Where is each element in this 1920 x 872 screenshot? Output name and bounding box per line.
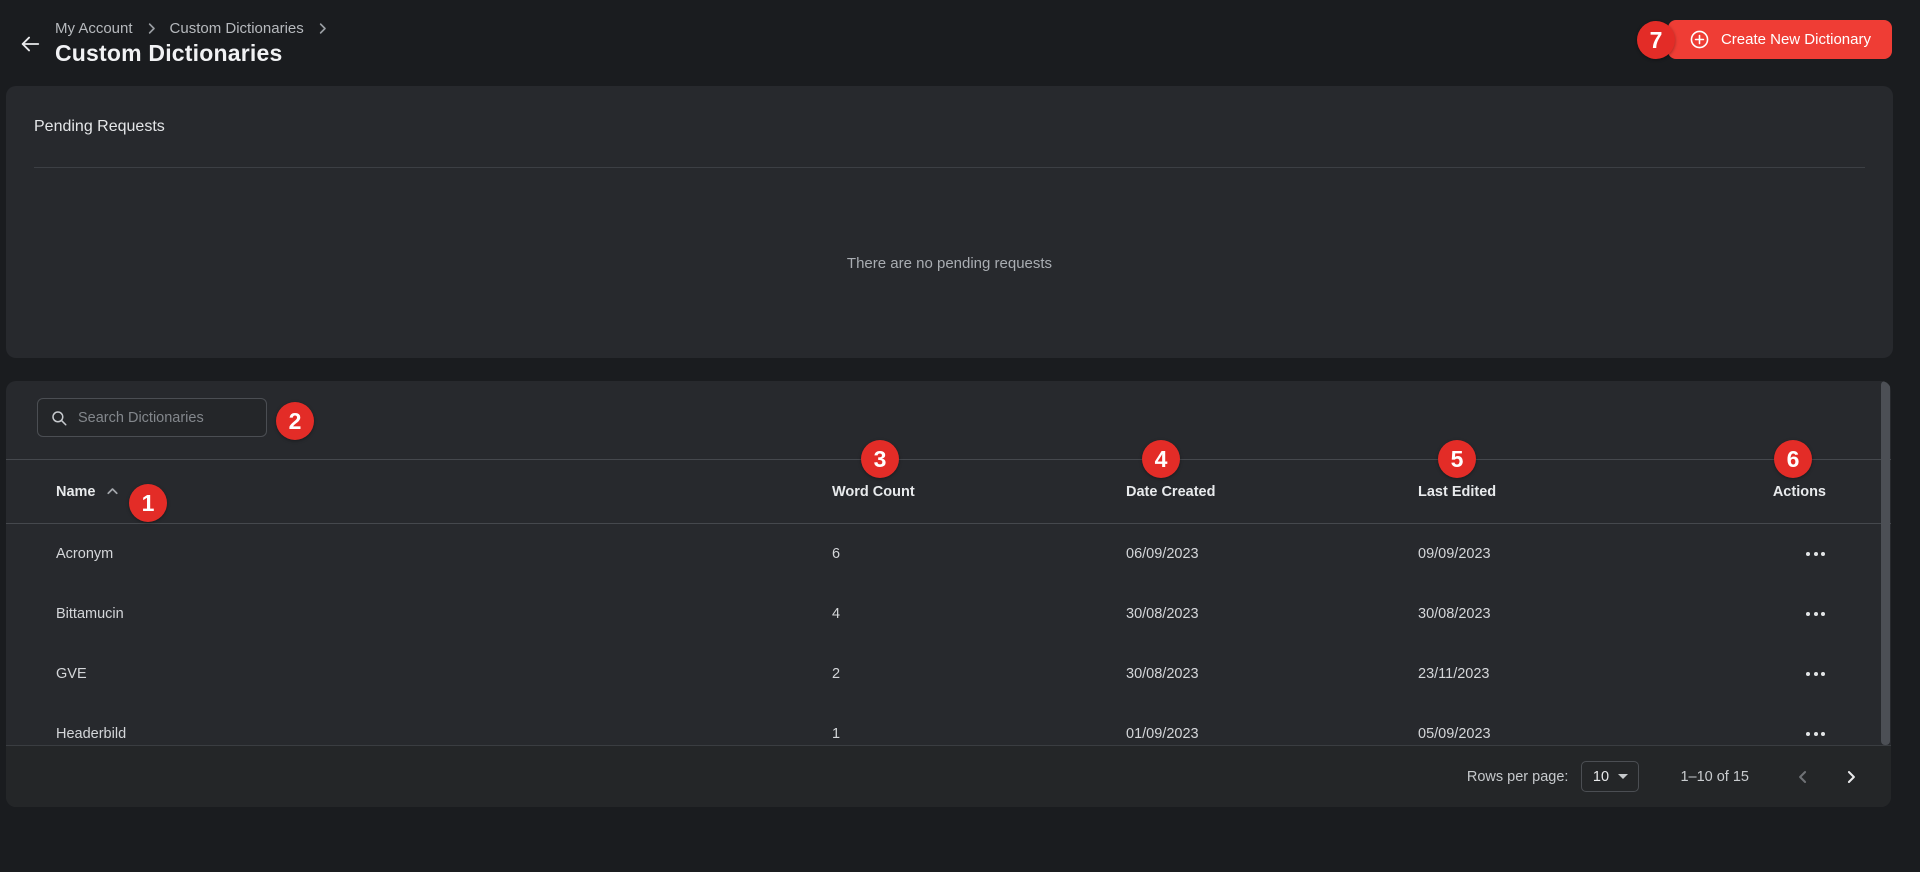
dot-icon bbox=[1814, 612, 1818, 616]
create-button-label: Create New Dictionary bbox=[1721, 31, 1871, 48]
chevron-right-icon bbox=[1841, 767, 1861, 787]
plus-circle-icon bbox=[1689, 29, 1710, 50]
cell-date-created: 30/08/2023 bbox=[1126, 584, 1199, 644]
cell-name: Headerbild bbox=[56, 704, 126, 745]
dot-icon bbox=[1814, 732, 1818, 736]
cell-date-created: 06/09/2023 bbox=[1126, 524, 1199, 584]
column-header-name-label: Name bbox=[56, 484, 96, 500]
table-header-row: Name Word Count Date Created Last Edited… bbox=[6, 459, 1891, 524]
chevron-right-icon bbox=[144, 21, 159, 36]
cell-last-edited: 30/08/2023 bbox=[1418, 584, 1491, 644]
rows-per-page-label: Rows per page: bbox=[1467, 769, 1569, 785]
row-actions-menu-button[interactable] bbox=[1804, 546, 1827, 562]
cell-name: Bittamucin bbox=[56, 584, 124, 644]
cell-word-count: 6 bbox=[832, 524, 840, 584]
breadcrumb: My Account Custom Dictionaries bbox=[55, 20, 330, 37]
sort-ascending-icon bbox=[104, 483, 121, 500]
table-row: Headerbild 1 01/09/2023 05/09/2023 bbox=[6, 704, 1891, 745]
annotation-badge-3: 3 bbox=[861, 440, 899, 478]
dot-icon bbox=[1821, 672, 1825, 676]
top-bar: My Account Custom Dictionaries Custom Di… bbox=[0, 0, 1920, 86]
breadcrumb-custom-dictionaries[interactable]: Custom Dictionaries bbox=[170, 20, 304, 37]
create-new-dictionary-button[interactable]: Create New Dictionary bbox=[1668, 20, 1892, 59]
row-actions-menu-button[interactable] bbox=[1804, 606, 1827, 622]
dot-icon bbox=[1806, 612, 1810, 616]
row-actions-menu-button[interactable] bbox=[1804, 726, 1827, 742]
dot-icon bbox=[1821, 552, 1825, 556]
cell-actions bbox=[1804, 704, 1827, 745]
cell-word-count: 2 bbox=[832, 644, 840, 704]
cell-actions bbox=[1804, 584, 1827, 644]
previous-page-button[interactable] bbox=[1791, 765, 1815, 789]
table-pagination-bar: Rows per page: 10 1–10 of 15 bbox=[6, 745, 1891, 807]
cell-name: GVE bbox=[56, 644, 87, 704]
back-button[interactable] bbox=[14, 31, 46, 57]
pending-requests-panel: Pending Requests There are no pending re… bbox=[6, 86, 1893, 358]
cell-date-created: 30/08/2023 bbox=[1126, 644, 1199, 704]
table-row: GVE 2 30/08/2023 23/11/2023 bbox=[6, 644, 1891, 704]
arrow-left-icon bbox=[17, 33, 43, 55]
cell-name: Acronym bbox=[56, 524, 113, 584]
next-page-button[interactable] bbox=[1839, 765, 1863, 789]
caret-down-icon bbox=[1618, 774, 1628, 779]
annotation-badge-4: 4 bbox=[1142, 440, 1180, 478]
table-row: Bittamucin 4 30/08/2023 30/08/2023 bbox=[6, 584, 1891, 644]
rows-per-page-select[interactable]: 10 bbox=[1581, 761, 1639, 792]
search-input[interactable] bbox=[78, 410, 254, 426]
cell-last-edited: 05/09/2023 bbox=[1418, 704, 1491, 745]
dictionaries-panel: Name Word Count Date Created Last Edited… bbox=[6, 381, 1891, 807]
vertical-scrollbar[interactable] bbox=[1881, 381, 1890, 745]
annotation-badge-6: 6 bbox=[1774, 440, 1812, 478]
row-actions-menu-button[interactable] bbox=[1804, 666, 1827, 682]
annotation-badge-5: 5 bbox=[1438, 440, 1476, 478]
pending-requests-title: Pending Requests bbox=[6, 86, 1893, 167]
cell-last-edited: 23/11/2023 bbox=[1418, 644, 1490, 704]
cell-actions bbox=[1804, 644, 1827, 704]
dot-icon bbox=[1806, 732, 1810, 736]
pagination-range-label: 1–10 of 15 bbox=[1680, 769, 1749, 785]
dot-icon bbox=[1821, 612, 1825, 616]
dot-icon bbox=[1814, 552, 1818, 556]
dot-icon bbox=[1806, 672, 1810, 676]
annotation-badge-7: 7 bbox=[1637, 21, 1675, 59]
cell-actions bbox=[1804, 524, 1827, 584]
chevron-right-icon bbox=[315, 21, 330, 36]
table-body: Acronym 6 06/09/2023 09/09/2023 Bittamuc… bbox=[6, 524, 1891, 745]
search-box bbox=[37, 398, 267, 437]
cell-word-count: 4 bbox=[832, 584, 840, 644]
dot-icon bbox=[1814, 672, 1818, 676]
annotation-badge-2: 2 bbox=[276, 402, 314, 440]
cell-last-edited: 09/09/2023 bbox=[1418, 524, 1491, 584]
search-icon bbox=[50, 409, 68, 427]
pending-requests-empty-message: There are no pending requests bbox=[6, 168, 1893, 358]
rows-per-page-value: 10 bbox=[1593, 769, 1609, 785]
page-title: Custom Dictionaries bbox=[55, 40, 282, 67]
column-header-name[interactable]: Name bbox=[56, 460, 121, 523]
annotation-badge-1: 1 bbox=[129, 484, 167, 522]
chevron-left-icon bbox=[1793, 767, 1813, 787]
dot-icon bbox=[1806, 552, 1810, 556]
cell-word-count: 1 bbox=[832, 704, 840, 745]
dot-icon bbox=[1821, 732, 1825, 736]
cell-date-created: 01/09/2023 bbox=[1126, 704, 1199, 745]
table-row: Acronym 6 06/09/2023 09/09/2023 bbox=[6, 524, 1891, 584]
breadcrumb-my-account[interactable]: My Account bbox=[55, 20, 133, 37]
